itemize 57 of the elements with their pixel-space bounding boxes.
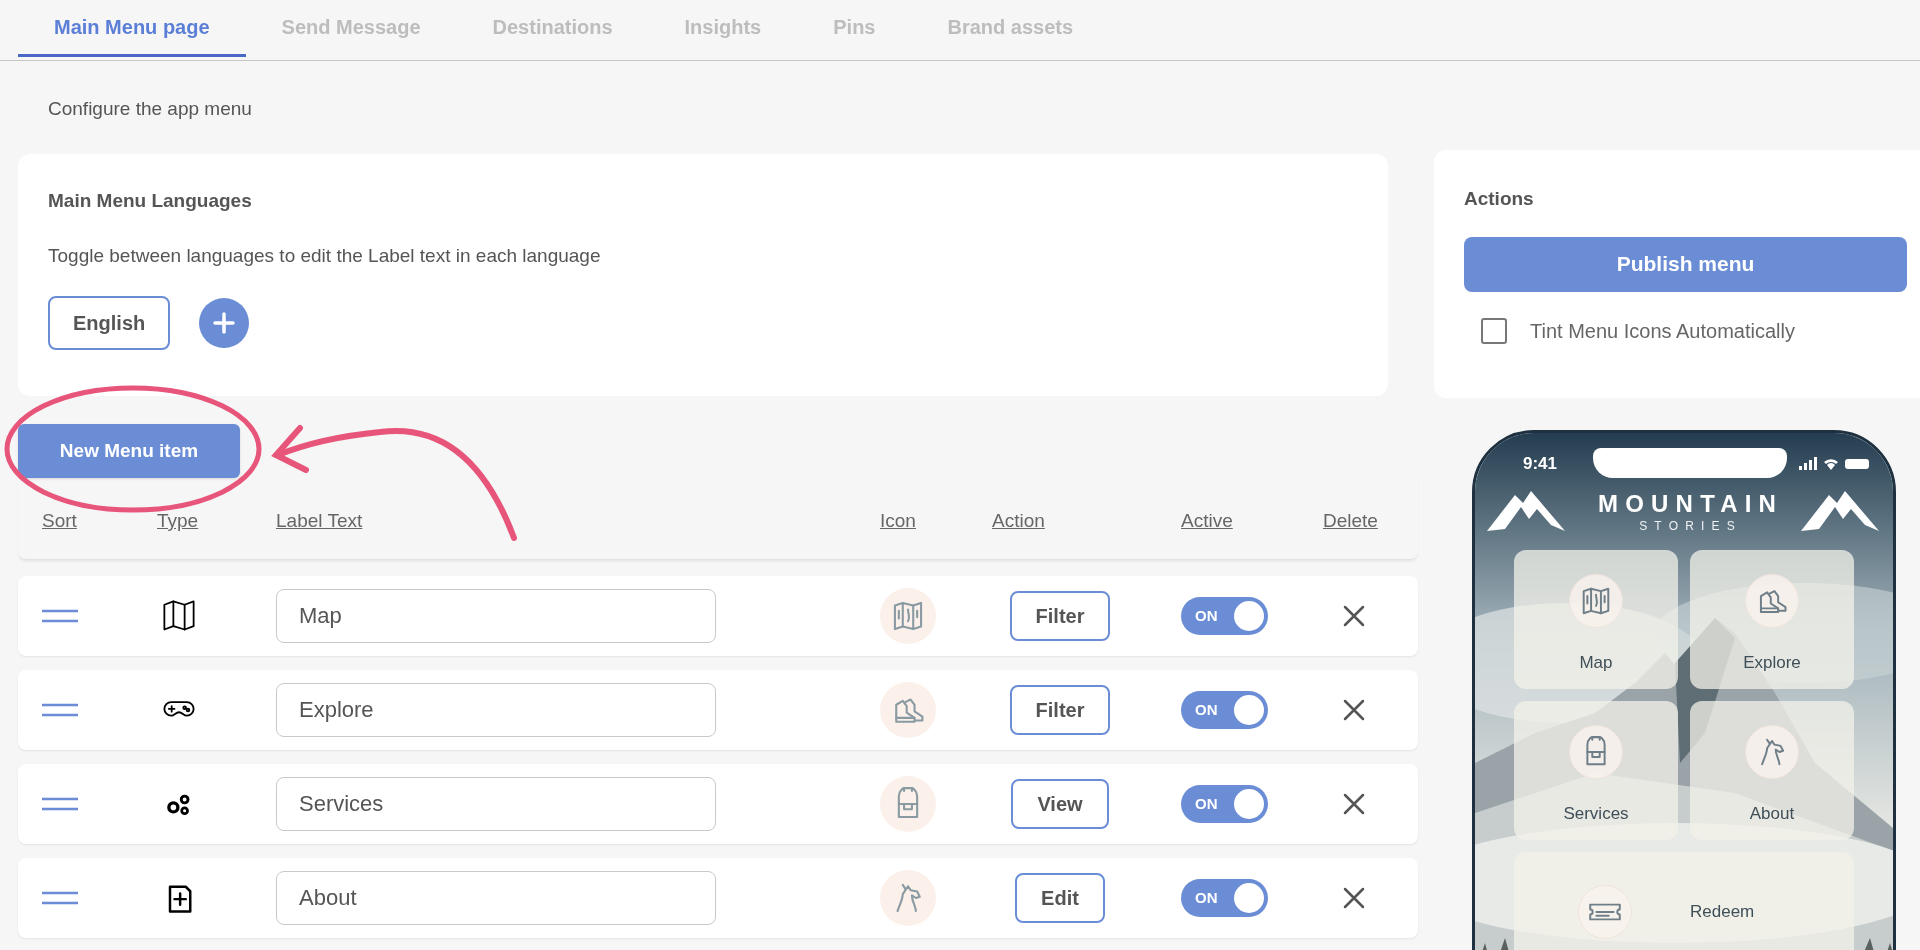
publish-menu-button[interactable]: Publish menu [1464, 236, 1907, 292]
card-title: Main Menu Languages [48, 189, 252, 213]
tile-label: Redeem [1690, 901, 1755, 924]
card-description: Toggle between languages to edit the Label text in each language [48, 243, 601, 268]
map-icon [1580, 585, 1612, 617]
toggle-switch[interactable]: ON [1181, 597, 1268, 635]
action-button[interactable]: Edit [1015, 873, 1105, 923]
label-input[interactable]: Services [276, 777, 716, 831]
checkbox-label: Tint Menu Icons Automatically [1530, 318, 1795, 344]
toggle-switch[interactable]: ON [1181, 691, 1268, 729]
close-icon[interactable] [1343, 699, 1365, 721]
page-description: Configure the app menu [48, 98, 252, 119]
menu-tile[interactable]: About [1690, 701, 1854, 840]
brand-title: MOUNTAIN [1597, 489, 1785, 519]
column-header[interactable]: Active [1181, 510, 1233, 531]
signal-icon [1799, 457, 1817, 470]
language-button[interactable]: English [48, 296, 171, 350]
drag-handle-icon[interactable] [42, 891, 78, 905]
drag-handle-icon[interactable] [42, 797, 78, 811]
label-input[interactable]: Map [276, 589, 716, 643]
add-language-button[interactable] [199, 298, 250, 348]
drag-handle-icon[interactable] [42, 609, 78, 623]
checkbox[interactable] [1481, 317, 1507, 344]
action-button[interactable]: View [1011, 779, 1109, 829]
label-input[interactable]: About [276, 871, 716, 925]
close-icon[interactable] [1343, 605, 1365, 627]
column-header[interactable]: Type [157, 510, 199, 531]
action-button[interactable]: Filter [1009, 591, 1111, 641]
card-title: Actions [1464, 187, 1534, 211]
menu-tile[interactable]: Redeem [1514, 852, 1854, 950]
menu-tile[interactable]: Services [1514, 701, 1678, 840]
column-header[interactable]: Delete [1323, 510, 1378, 531]
tile-label: Explore [1743, 652, 1801, 674]
brand-subtitle: STORIES [1638, 518, 1743, 535]
label-input[interactable]: Explore [276, 683, 716, 737]
column-header[interactable]: Label Text [276, 510, 363, 531]
map-icon [891, 599, 925, 633]
action-button[interactable]: Filter [1009, 685, 1111, 735]
tab[interactable]: Main Menu page [18, 0, 246, 57]
menu-tile[interactable]: Explore [1690, 550, 1854, 689]
tile-label: About [1749, 803, 1795, 825]
toggle-switch[interactable]: ON [1181, 785, 1268, 823]
wifi-icon [1823, 457, 1839, 470]
toggle-switch[interactable]: ON [1181, 879, 1268, 917]
column-header[interactable]: Action [992, 510, 1045, 531]
tile-label: Services [1563, 803, 1629, 825]
column-header[interactable]: Sort [42, 510, 77, 531]
new-menu-item-button[interactable]: New Menu item [18, 424, 240, 478]
drag-handle-icon[interactable] [42, 703, 78, 717]
close-icon[interactable] [1343, 887, 1365, 909]
plus-icon [212, 311, 237, 335]
column-header[interactable]: Icon [880, 510, 916, 531]
menu-tile[interactable]: Map [1514, 550, 1678, 689]
status-time: 9:41 [1523, 453, 1558, 475]
tile-label: Map [1579, 652, 1613, 674]
battery-icon [1845, 458, 1869, 469]
close-icon[interactable] [1343, 793, 1365, 815]
